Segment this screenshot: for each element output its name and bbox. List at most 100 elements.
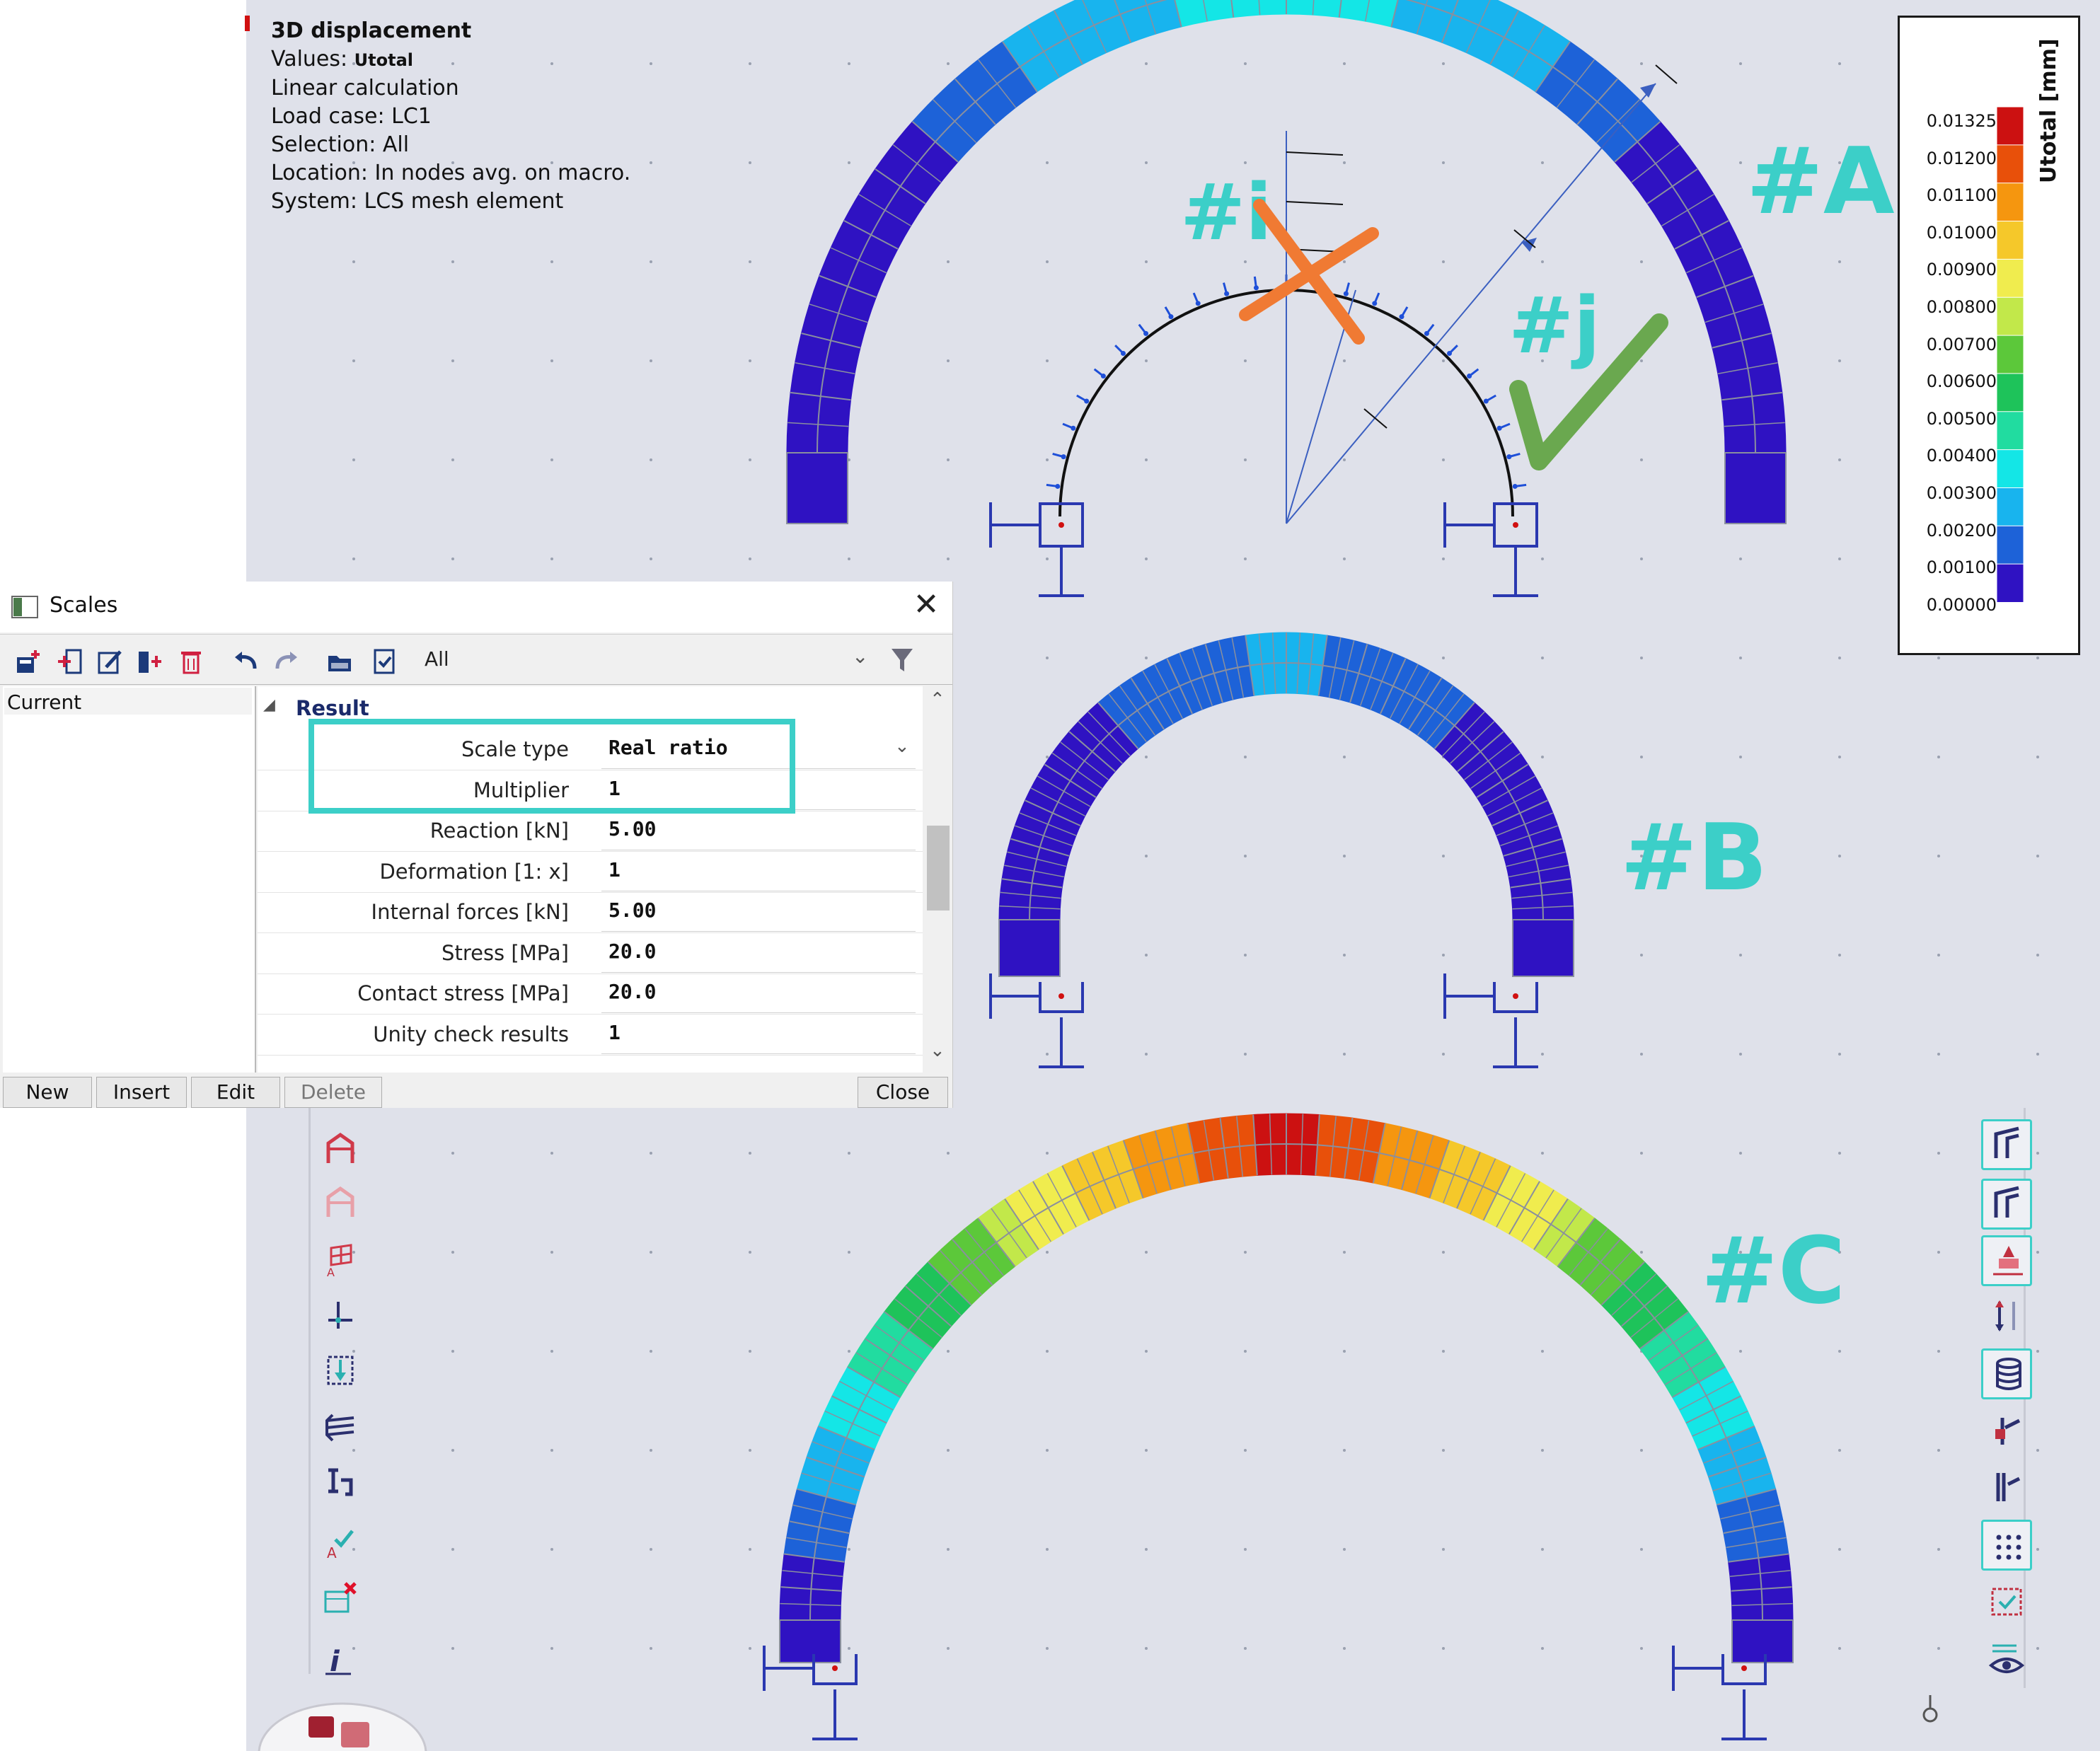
save-check-icon[interactable] (372, 649, 398, 674)
grid-points-icon[interactable] (1981, 1520, 2032, 1571)
property-row[interactable]: Stress [MPa] 20.0 (258, 932, 923, 974)
filter-select[interactable]: All (425, 647, 877, 676)
property-value-cell[interactable] (601, 1015, 916, 1054)
table-delete-icon[interactable] (318, 1576, 362, 1620)
grid-point (1145, 1053, 1148, 1056)
view-eye-icon[interactable] (1981, 1636, 2032, 1687)
axis-member-icon[interactable] (318, 1295, 362, 1339)
edit-button[interactable]: Edit (191, 1077, 280, 1108)
grid-point (1937, 1647, 1940, 1650)
property-row[interactable]: Unity check results 1 (258, 1014, 923, 1056)
property-value[interactable]: 5.00 (608, 817, 656, 840)
select-region-icon[interactable] (1981, 1578, 2032, 1629)
grid-point (749, 260, 751, 263)
load-arrow-head (1100, 374, 1106, 379)
database-icon[interactable] (1981, 1348, 2032, 1399)
grid-point (1343, 161, 1346, 164)
grid-point (1838, 1449, 1841, 1452)
grid-point (451, 557, 454, 560)
grid-point (1541, 1053, 1544, 1056)
open-folder-icon[interactable] (327, 649, 352, 674)
copy-icon[interactable] (137, 649, 163, 674)
property-value[interactable]: 5.00 (608, 898, 656, 922)
new-button[interactable]: New (3, 1077, 92, 1108)
slab-grid-icon[interactable]: A (318, 1235, 362, 1279)
property-row[interactable]: Deformation [1: x] 1 (258, 851, 923, 893)
legend-swatch (1997, 258, 2024, 299)
frame-icon[interactable] (1981, 1119, 2032, 1170)
load-arrow-head (1168, 314, 1174, 320)
legend-value: 0.00500 (1926, 408, 1997, 429)
grid-point (451, 359, 454, 362)
portal-frame-dim-icon[interactable] (318, 1181, 362, 1225)
scrollbar-thumb[interactable] (927, 826, 950, 911)
add-new-icon[interactable] (16, 649, 41, 674)
grid-point (1838, 1647, 1841, 1650)
grid-point (749, 1152, 751, 1155)
view-cube-widget[interactable] (258, 1697, 427, 1751)
property-value[interactable]: 1 (608, 858, 621, 882)
load-panel-icon[interactable] (318, 1348, 362, 1392)
mesh-line (809, 1143, 1763, 1621)
layers-icon[interactable] (318, 1405, 362, 1449)
grid-point (848, 1548, 850, 1551)
grid-point (1145, 62, 1148, 65)
property-value-cell[interactable] (601, 852, 916, 891)
legend-swatch (1997, 563, 2024, 602)
insert-button[interactable]: Insert (96, 1077, 187, 1108)
legend-value: 0.00400 (1926, 446, 1997, 466)
delete-icon[interactable] (178, 649, 204, 674)
property-value[interactable]: 1 (608, 1021, 621, 1044)
dialog-titlebar[interactable]: Scales ✕ (0, 582, 952, 632)
grid-point (1442, 855, 1445, 857)
legend-color-bar (1997, 107, 2024, 602)
filter-icon[interactable] (890, 647, 914, 673)
redo-icon[interactable] (273, 649, 299, 674)
supports-icon[interactable] (1981, 1292, 2032, 1343)
insert-icon[interactable] (57, 649, 82, 674)
property-row[interactable]: Internal forces [kN] 5.00 (258, 891, 923, 933)
grid-point (550, 1548, 553, 1551)
grid-point (1541, 756, 1544, 758)
chevron-down-icon[interactable]: ⌄ (894, 736, 910, 757)
close-icon[interactable]: ✕ (910, 587, 942, 623)
member-end-icon[interactable] (1981, 1463, 2032, 1514)
edit-icon[interactable] (98, 649, 123, 674)
grid-point (2036, 855, 2039, 857)
grid-point (2036, 1548, 2039, 1551)
user-node-icon[interactable] (1981, 1235, 2032, 1286)
grid-point (1838, 62, 1841, 65)
undo-icon[interactable] (233, 649, 259, 674)
portal-frame-icon[interactable] (318, 1128, 362, 1172)
property-row[interactable]: Reaction [kN] 5.00 (258, 810, 923, 852)
load-arrow-head (1447, 350, 1453, 356)
arch-segment (1230, 0, 1287, 18)
grid-point (1145, 1548, 1148, 1551)
grid-point (1739, 954, 1742, 957)
grid-point (352, 557, 355, 560)
frame-highlight-icon[interactable] (1981, 1179, 2032, 1230)
grid-point (1244, 756, 1247, 758)
property-row[interactable]: Contact stress [MPa] 20.0 (258, 973, 923, 1015)
connection-icon[interactable] (1981, 1408, 2032, 1459)
check-member-icon[interactable]: A (318, 1518, 362, 1562)
property-value[interactable]: 20.0 (608, 980, 656, 1003)
grid-point (550, 1251, 553, 1254)
grid-point (1343, 557, 1346, 560)
property-value[interactable]: 20.0 (608, 940, 656, 963)
legend-swatch (1997, 525, 2024, 565)
grid-point (749, 1251, 751, 1254)
grid-point (451, 1251, 454, 1254)
load-arrow-head (1055, 483, 1061, 489)
grid-point (1145, 161, 1148, 164)
close-button[interactable]: Close (858, 1077, 948, 1108)
info-axis-icon[interactable]: i (318, 1636, 362, 1680)
info-selection: Selection: All (271, 132, 410, 157)
delete-button[interactable]: Delete (284, 1077, 382, 1108)
chevron-down-icon[interactable]: ⌄ (852, 645, 868, 668)
cross-section-icon[interactable] (318, 1460, 362, 1504)
collapse-icon[interactable]: ◢ (263, 696, 275, 714)
legend-value: 0.00900 (1926, 260, 1997, 280)
grid-point (1343, 1647, 1346, 1650)
grid-point (1244, 458, 1247, 461)
